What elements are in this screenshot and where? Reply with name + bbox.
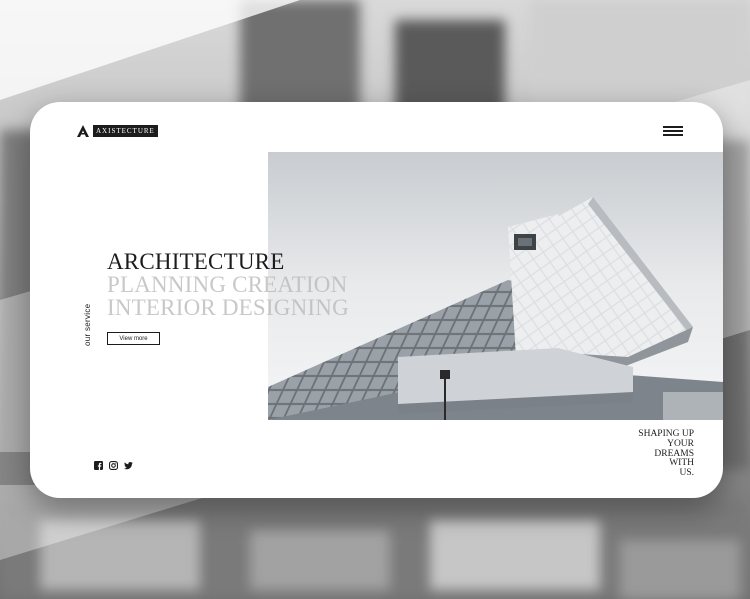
facebook-icon[interactable] [94, 461, 103, 470]
hamburger-menu-icon[interactable] [663, 126, 683, 136]
hero-subline-interior: INTERIOR DESIGNING [107, 295, 349, 320]
website-mockup-card: AXISTECTURE our service ARCHITECTURE PLA… [30, 102, 723, 498]
hero-headline: ARCHITECTURE [107, 249, 285, 274]
hero-subline-planning: PLANNING CREATION [107, 272, 348, 297]
hero-headlines: ARCHITECTURE PLANNING CREATION INTERIOR … [107, 250, 349, 319]
twitter-icon[interactable] [124, 461, 133, 470]
instagram-icon[interactable] [109, 461, 118, 470]
logo-a-icon [77, 125, 89, 137]
tagline-line: US. [679, 468, 694, 479]
brand-name: AXISTECTURE [93, 125, 158, 137]
brand-logo[interactable]: AXISTECTURE [76, 124, 158, 138]
section-side-label: our service [83, 303, 92, 346]
tagline: SHAPING UP YOUR DREAMS WITH US. [620, 429, 694, 479]
social-links [94, 461, 133, 470]
view-more-button[interactable]: View more [107, 332, 160, 345]
